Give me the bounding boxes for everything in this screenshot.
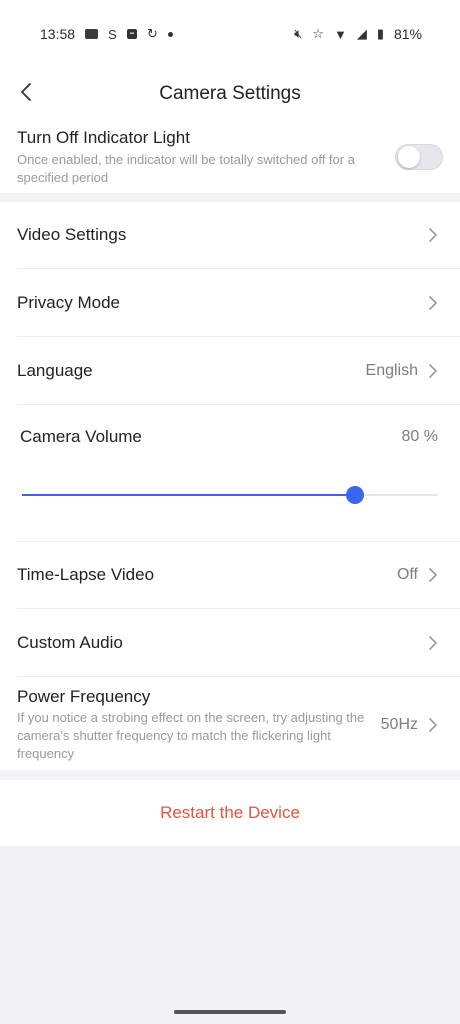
time-lapse-right: Off — [397, 566, 438, 584]
chevron-right-icon — [429, 568, 437, 582]
power-frequency-text: Power Frequency If you notice a strobing… — [17, 687, 372, 763]
video-settings-row[interactable]: Video Settings — [17, 202, 460, 269]
app-header: Camera Settings — [0, 68, 460, 120]
chevron-right-icon — [429, 295, 437, 310]
mute-icon: 🔇︎ — [294, 26, 303, 41]
time-lapse-row[interactable]: Time-Lapse Video Off — [17, 542, 460, 609]
battery-icon: ▮ — [376, 26, 384, 41]
battery-percent: 81% — [393, 26, 422, 42]
privacy-mode-right — [428, 295, 438, 310]
status-bar: 13:58 S ▪▪ ↻ 🔇︎ ☆ ▼ ◢ ▮ 81% — [0, 0, 460, 68]
back-button[interactable] — [12, 78, 40, 106]
custom-audio-label: Custom Audio — [17, 632, 123, 652]
indicator-toggle[interactable] — [395, 144, 443, 170]
power-frequency-right: 50Hz — [381, 716, 438, 734]
language-value: English — [365, 361, 418, 379]
message-icon — [85, 29, 99, 39]
language-label: Language — [17, 360, 93, 380]
dot-icon — [167, 31, 173, 37]
time-lapse-label: Time-Lapse Video — [17, 565, 155, 584]
privacy-mode-label: Privacy Mode — [17, 292, 120, 312]
s-app-icon: S — [108, 26, 117, 42]
privacy-mode-row[interactable]: Privacy Mode — [17, 269, 460, 337]
star-icon: ☆ — [312, 26, 324, 41]
home-indicator[interactable] — [174, 1010, 286, 1014]
restart-device-button[interactable]: Restart the Device — [160, 803, 300, 823]
volume-slider-thumb[interactable] — [345, 486, 364, 504]
chevron-right-icon — [429, 228, 437, 242]
video-settings-right — [428, 228, 438, 242]
back-arrow-icon — [21, 83, 31, 101]
sync-icon: ↻ — [146, 26, 158, 41]
power-frequency-label: Power Frequency — [17, 687, 151, 706]
indicator-light-row: Turn Off Indicator Light Once enabled, t… — [17, 126, 460, 188]
video-settings-label: Video Settings — [17, 225, 127, 244]
toggle-knob — [398, 146, 420, 168]
power-frequency-value: 50Hz — [380, 716, 418, 733]
indicator-text: Turn Off Indicator Light Once enabled, t… — [17, 128, 377, 187]
settings-card: Video Settings Privacy Mode Language Eng… — [0, 202, 460, 770]
app-badge-icon: ▪▪ — [126, 29, 137, 39]
power-frequency-row[interactable]: Power Frequency If you notice a strobing… — [17, 682, 460, 768]
indicator-light-card: Turn Off Indicator Light Once enabled, t… — [0, 120, 460, 193]
chevron-right-icon — [429, 635, 437, 650]
camera-volume-value: 80 % — [401, 428, 438, 445]
volume-slider-fill — [22, 494, 355, 496]
wifi-icon: ▼ — [333, 26, 347, 42]
restart-card[interactable]: Restart the Device — [0, 780, 460, 846]
custom-audio-row[interactable]: Custom Audio — [17, 609, 460, 677]
chevron-right-icon — [429, 718, 437, 732]
camera-volume-row: Camera Volume 80 % — [20, 421, 460, 453]
status-right: 🔇︎ ☆ ▼ ◢ ▮ 81% — [294, 26, 422, 42]
custom-audio-right — [428, 635, 438, 650]
camera-volume-label: Camera Volume — [20, 427, 142, 446]
language-right: English — [366, 362, 438, 380]
volume-slider[interactable] — [22, 486, 438, 504]
indicator-description: Once enabled, the indicator will be tota… — [17, 151, 355, 185]
indicator-title: Turn Off Indicator Light — [17, 127, 190, 147]
page-title: Camera Settings — [159, 83, 301, 104]
chevron-right-icon — [429, 363, 437, 378]
status-time: 13:58 — [40, 26, 76, 42]
power-frequency-description: If you notice a strobing effect on the s… — [17, 710, 365, 761]
status-left: 13:58 S ▪▪ ↻ — [40, 26, 173, 42]
language-row[interactable]: Language English — [17, 337, 460, 405]
time-lapse-value: Off — [396, 566, 418, 583]
signal-icon: ◢ — [356, 26, 367, 41]
